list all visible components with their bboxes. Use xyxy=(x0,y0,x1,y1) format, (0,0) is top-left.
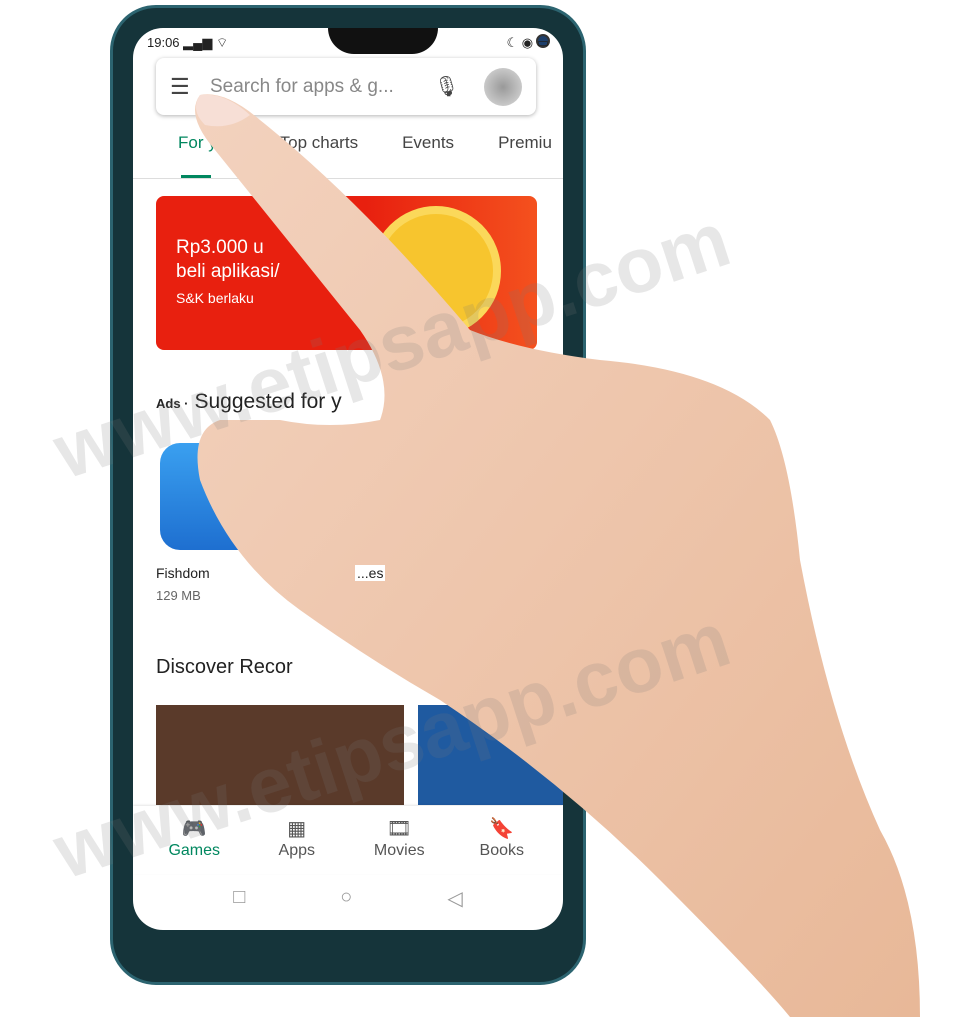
app-name: ...es xyxy=(355,565,386,581)
hand-image xyxy=(195,94,920,1017)
hand xyxy=(195,94,920,1017)
